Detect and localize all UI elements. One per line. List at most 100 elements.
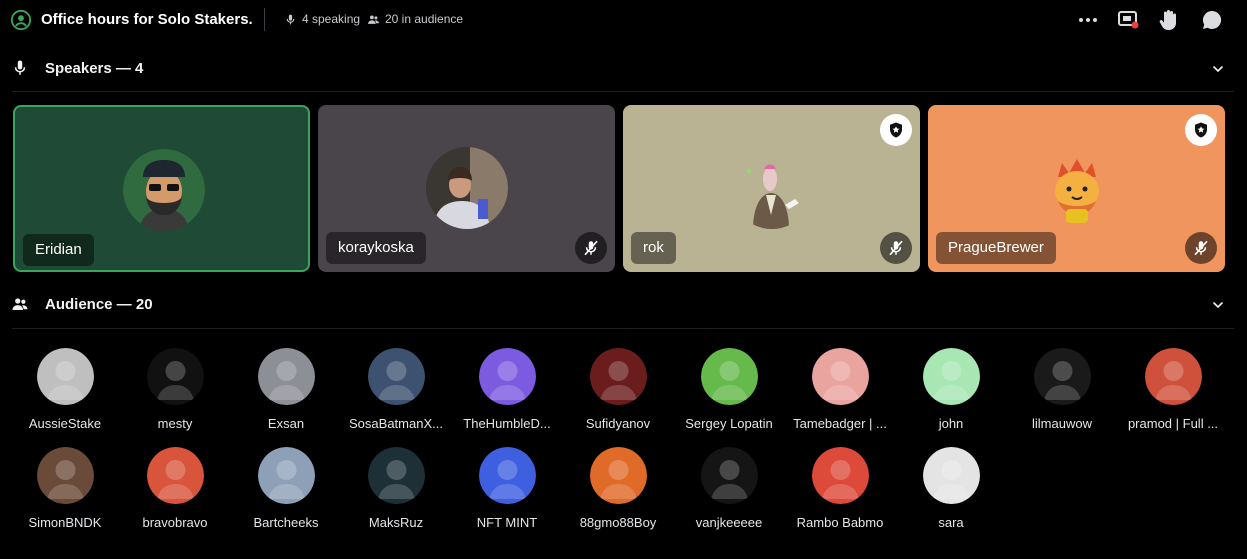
audience-member[interactable]: AussieStake — [10, 348, 120, 438]
microphone-icon — [14, 60, 26, 75]
audience-member-name: john — [938, 416, 964, 431]
audience-member-name: Sufidyanov — [585, 416, 651, 431]
shield-star-icon — [1195, 122, 1207, 138]
audience-member[interactable]: SosaBatmanX... — [341, 348, 451, 438]
mic-muted-icon — [1194, 240, 1208, 256]
avatar — [812, 447, 869, 504]
stage-title: Office hours for Solo Stakers. — [41, 11, 253, 28]
raise-hand-icon — [1159, 10, 1176, 30]
audience-member-name: SosaBatmanX... — [349, 416, 443, 431]
avatar — [1036, 147, 1118, 229]
speaker-tile[interactable]: Eridian — [13, 105, 310, 272]
audience-member[interactable]: sara — [896, 447, 1006, 537]
avatar — [147, 447, 204, 504]
audience-member[interactable]: Rambo Babmo — [785, 447, 895, 537]
section-divider — [12, 328, 1234, 329]
avatar — [123, 149, 205, 231]
stage-icon — [10, 9, 32, 31]
screen-share-icon — [1118, 11, 1139, 29]
muted-indicator — [880, 232, 912, 264]
audience-member[interactable]: NFT MINT — [452, 447, 562, 537]
avatar — [590, 348, 647, 405]
more-icon — [1079, 18, 1097, 22]
mic-muted-icon — [889, 240, 903, 256]
audience-member-name: TheHumbleD... — [463, 416, 551, 431]
muted-indicator — [575, 232, 607, 264]
audience-member-name: sara — [938, 515, 964, 530]
audience-member[interactable]: lilmauwow — [1007, 348, 1117, 438]
avatar — [923, 348, 980, 405]
audience-member-name: Rambo Babmo — [796, 515, 884, 530]
moderator-badge — [1185, 114, 1217, 146]
audience-member-name: Bartcheeks — [253, 515, 319, 530]
avatar — [701, 348, 758, 405]
raise-hand-button[interactable] — [1157, 8, 1181, 32]
more-options-button[interactable] — [1076, 8, 1100, 32]
audience-member-name: 88gmo88Boy — [579, 515, 657, 530]
avatar — [731, 147, 813, 229]
speaker-tile[interactable]: koraykoska — [318, 105, 615, 272]
chevron-down-icon[interactable] — [1210, 297, 1226, 313]
avatar — [812, 348, 869, 405]
stage-header: Office hours for Solo Stakers. 4 speakin… — [0, 0, 1247, 40]
speaker-name: PragueBrewer — [936, 232, 1056, 264]
audience-member-name: AussieStake — [28, 416, 102, 431]
avatar — [701, 447, 758, 504]
audience-member-name: Exsan — [267, 416, 305, 431]
audience-member-name: mesty — [157, 416, 193, 431]
speakers-section-header[interactable]: Speakers — 4 — [0, 53, 1247, 83]
audience-member[interactable]: Tamebadger | ... — [785, 348, 895, 438]
people-icon — [368, 14, 379, 24]
section-divider — [12, 91, 1234, 92]
audience-member[interactable]: MaksRuz — [341, 447, 451, 537]
avatar — [37, 447, 94, 504]
audience-member-name: MaksRuz — [368, 515, 424, 530]
speaking-count-label: 4 speaking — [302, 12, 361, 26]
moderator-badge — [880, 114, 912, 146]
audience-member[interactable]: vanjkeeeee — [674, 447, 784, 537]
mic-muted-icon — [584, 240, 598, 256]
avatar — [1145, 348, 1202, 405]
avatar — [258, 447, 315, 504]
audience-member[interactable]: TheHumbleD... — [452, 348, 562, 438]
microphone-icon — [286, 14, 295, 24]
audience-count: 20 in audience — [367, 12, 463, 26]
muted-indicator — [1185, 232, 1217, 264]
audience-count-label: 20 in audience — [385, 12, 464, 26]
audience-member-name: NFT MINT — [476, 515, 538, 530]
speaker-tile[interactable]: rok — [623, 105, 920, 272]
audience-member[interactable]: pramod | Full ... — [1118, 348, 1228, 438]
audience-section-header[interactable]: Audience — 20 — [0, 289, 1247, 319]
audience-member-name: Tamebadger | ... — [793, 416, 887, 431]
audience-member-name: bravobravo — [142, 515, 208, 530]
audience-member[interactable]: Bartcheeks — [231, 447, 341, 537]
audience-member[interactable]: Sergey Lopatin — [674, 348, 784, 438]
screen-share-button[interactable] — [1116, 8, 1140, 32]
audience-member-name: SimonBNDK — [28, 515, 102, 530]
audience-member[interactable]: john — [896, 348, 1006, 438]
audience-member[interactable]: Exsan — [231, 348, 341, 438]
chat-icon — [1202, 10, 1222, 29]
avatar — [426, 147, 508, 229]
chevron-down-icon[interactable] — [1210, 61, 1226, 77]
audience-section-label: Audience — 20 — [45, 296, 153, 313]
avatar — [923, 447, 980, 504]
speaker-tile[interactable]: PragueBrewer — [928, 105, 1225, 272]
audience-member[interactable]: mesty — [120, 348, 230, 438]
avatar — [258, 348, 315, 405]
header-divider — [264, 8, 265, 31]
audience-member[interactable]: 88gmo88Boy — [563, 447, 673, 537]
audience-member[interactable]: SimonBNDK — [10, 447, 120, 537]
people-icon — [12, 298, 28, 310]
audience-member[interactable]: Sufidyanov — [563, 348, 673, 438]
speaker-name: Eridian — [23, 234, 94, 266]
avatar — [147, 348, 204, 405]
speakers-section-label: Speakers — 4 — [45, 60, 144, 77]
avatar — [1034, 348, 1091, 405]
avatar — [368, 447, 425, 504]
speaker-name: koraykoska — [326, 232, 426, 264]
speaking-count: 4 speaking — [284, 12, 360, 26]
avatar — [479, 447, 536, 504]
chat-button[interactable] — [1200, 8, 1224, 32]
audience-member[interactable]: bravobravo — [120, 447, 230, 537]
